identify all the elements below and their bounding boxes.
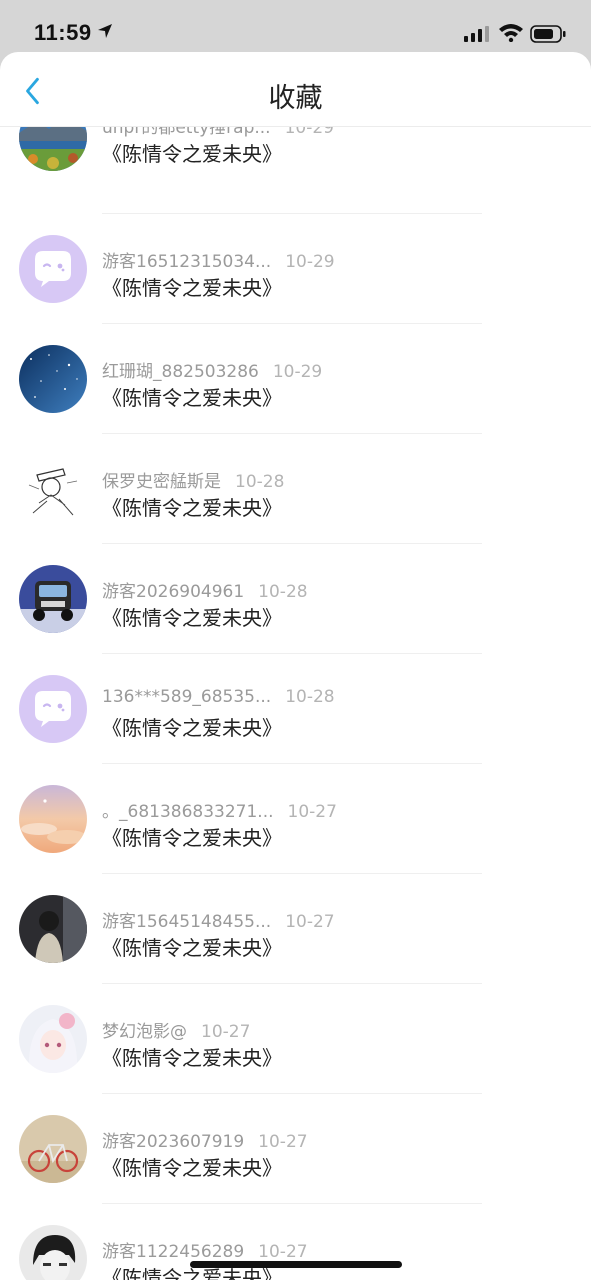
avatar: [19, 565, 87, 633]
list-item[interactable]: 游客2023607919 10-27 《陈情令之爱未央》: [0, 1093, 591, 1204]
list-item[interactable]: 游客15645148455... 10-27 《陈情令之爱未央》: [0, 873, 591, 984]
dark-portrait-avatar-icon: [19, 895, 87, 963]
bw-portrait-avatar-icon: [19, 1225, 87, 1280]
page-title: 收藏: [268, 83, 323, 114]
novel-title: 《陈情令之爱未央》: [102, 276, 282, 300]
date: 10-27: [258, 1242, 308, 1262]
favorites-list: unpr的都etty捶rap... 10-29 《陈情令之爱未央》 游客16512…: [0, 126, 591, 1280]
anime-girl-avatar-icon: [19, 1005, 87, 1073]
status-bar: 11:59: [0, 0, 591, 52]
avatar: [19, 1115, 87, 1183]
chat-bubble-avatar-icon: [19, 675, 87, 743]
date: 10-29: [285, 252, 335, 272]
date: 10-29: [284, 126, 334, 138]
user-name: 游客2023607919: [102, 1132, 245, 1152]
user-name: 游客15645148455...: [102, 912, 272, 932]
chat-bubble-avatar-icon: [19, 235, 87, 303]
lake-landscape-avatar-icon: [19, 127, 87, 171]
date: 10-27: [201, 1022, 251, 1042]
avatar: [19, 127, 87, 171]
user-name: 梦幻泡影@: [102, 1022, 187, 1042]
avatar: [19, 895, 87, 963]
novel-title: 《陈情令之爱未央》: [102, 826, 282, 850]
toy-car-avatar-icon: [19, 565, 87, 633]
novel-title: 《陈情令之爱未央》: [102, 496, 282, 520]
user-name: 保罗史密艋斯是: [102, 472, 221, 492]
novel-title: 《陈情令之爱未央》: [102, 936, 282, 960]
list-item[interactable]: 保罗史密艋斯是 10-28 《陈情令之爱未央》: [0, 433, 591, 544]
avatar: [19, 345, 87, 413]
avatar: [19, 785, 87, 853]
date: 10-27: [285, 912, 335, 932]
novel-title: 《陈情令之爱未央》: [102, 606, 282, 630]
novel-title: 《陈情令之爱未央》: [102, 716, 282, 740]
avatar: [19, 1225, 87, 1280]
list-item[interactable]: 梦幻泡影@ 10-27 《陈情令之爱未央》: [0, 983, 591, 1094]
date: 10-28: [258, 582, 308, 602]
novel-title: 《陈情令之爱未央》: [102, 142, 282, 166]
list-item[interactable]: 136***589_68535... 10-28 《陈情令之爱未央》: [0, 653, 591, 764]
list-item[interactable]: unpr的都etty捶rap... 10-29 《陈情令之爱未央》: [0, 126, 591, 214]
wifi-icon: [498, 22, 524, 43]
novel-title: 《陈情令之爱未央》: [102, 1156, 282, 1180]
avatar: [19, 1005, 87, 1073]
location-arrow-icon: [96, 22, 114, 40]
user-name: 游客2026904961: [102, 582, 245, 602]
user-name: 。_681386833271...: [102, 802, 274, 822]
list-item[interactable]: 游客1122456289 10-27 《陈情令之爱未央》: [0, 1203, 591, 1280]
list-item[interactable]: 红珊瑚_882503286 10-29 《陈情令之爱未央》: [0, 323, 591, 434]
date: 10-27: [287, 802, 337, 822]
avatar: [19, 675, 87, 743]
navigation-bar: 收藏: [0, 52, 591, 126]
cellular-signal-icon: [464, 25, 492, 43]
avatar: [19, 235, 87, 303]
avatar: [19, 455, 87, 523]
list-item[interactable]: 。_681386833271... 10-27 《陈情令之爱未央》: [0, 763, 591, 874]
list-item[interactable]: 游客2026904961 10-28 《陈情令之爱未央》: [0, 543, 591, 654]
status-time: 11:59: [34, 20, 92, 45]
sketch-character-avatar-icon: [19, 455, 87, 523]
list-item[interactable]: 游客16512315034... 10-29 《陈情令之爱未央》: [0, 213, 591, 324]
date: 10-27: [258, 1132, 308, 1152]
bicycle-avatar-icon: [19, 1115, 87, 1183]
user-name: 136***589_68535...: [102, 687, 272, 707]
battery-icon: [530, 24, 566, 44]
novel-title: 《陈情令之爱未央》: [102, 1046, 282, 1070]
user-name: unpr的都etty捶rap...: [102, 126, 271, 138]
starry-sky-avatar-icon: [19, 345, 87, 413]
home-indicator: [190, 1261, 402, 1268]
novel-title: 《陈情令之爱未央》: [102, 386, 282, 410]
user-name: 游客16512315034...: [102, 252, 272, 272]
user-name: 游客1122456289: [102, 1242, 245, 1262]
date: 10-28: [285, 687, 335, 707]
date: 10-28: [235, 472, 285, 492]
user-name: 红珊瑚_882503286: [102, 362, 259, 382]
sunset-clouds-avatar-icon: [19, 785, 87, 853]
date: 10-29: [272, 362, 323, 382]
